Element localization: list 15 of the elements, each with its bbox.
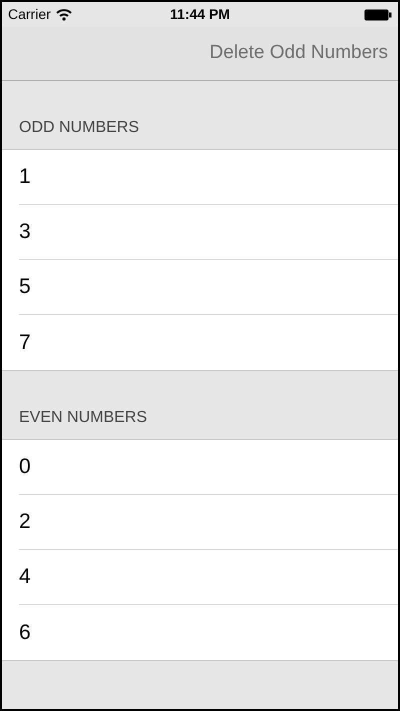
table-row[interactable]: 4: [19, 550, 398, 605]
table-row[interactable]: 3: [19, 205, 398, 260]
table-row[interactable]: 1: [19, 150, 398, 205]
section-header: EVEN NUMBERS: [19, 408, 148, 428]
carrier-label: Carrier: [8, 5, 51, 24]
table-row[interactable]: 7: [2, 315, 398, 370]
status-time: 11:44 PM: [170, 5, 230, 24]
table-row[interactable]: 2: [19, 495, 398, 550]
section-header: ODD NUMBERS: [19, 118, 140, 138]
wifi-icon: [56, 8, 72, 20]
delete-odd-numbers-button[interactable]: Delete Odd Numbers: [210, 39, 388, 68]
table-row[interactable]: 6: [2, 605, 398, 660]
battery-icon: [364, 8, 392, 20]
table-row[interactable]: 5: [19, 260, 398, 315]
table-row[interactable]: 0: [19, 440, 398, 495]
